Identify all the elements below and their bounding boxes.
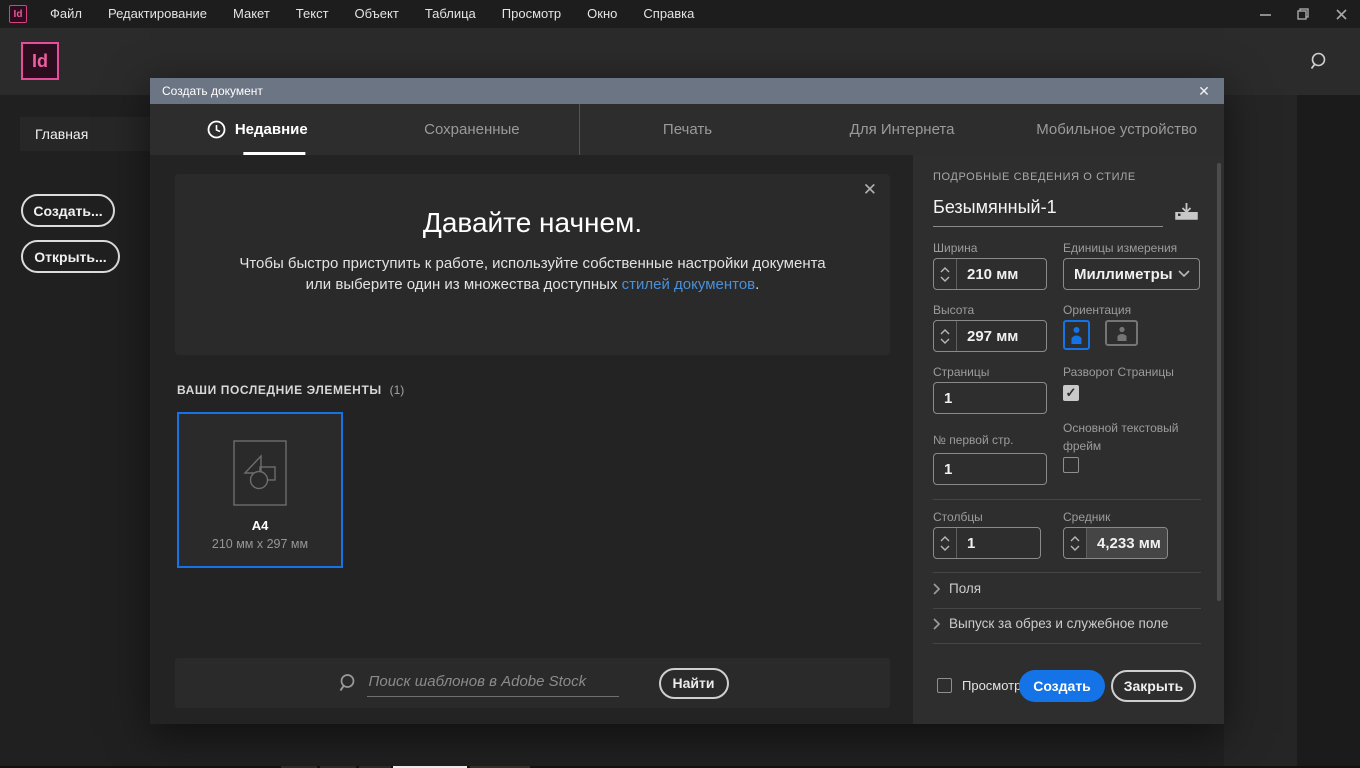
close-button[interactable]: Закрыть bbox=[1111, 670, 1196, 702]
units-label: Единицы измерения bbox=[1063, 241, 1177, 255]
gutter-label: Средник bbox=[1063, 510, 1110, 524]
start-page-field[interactable]: 1 bbox=[933, 453, 1047, 485]
chevron-right-icon bbox=[933, 583, 940, 595]
primary-text-frame-label: Основной текстовый фрейм bbox=[1063, 419, 1203, 455]
stock-search-bar: Найти bbox=[175, 658, 890, 708]
dialog-close-icon[interactable]: ✕ bbox=[1194, 83, 1214, 100]
open-button[interactable]: Открыть... bbox=[21, 240, 120, 273]
columns-label: Столбцы bbox=[933, 510, 983, 524]
welcome-text: Чтобы быстро приступить к работе, исполь… bbox=[228, 253, 838, 296]
menu-table[interactable]: Таблица bbox=[412, 0, 489, 28]
preview-label: Просмотр bbox=[962, 678, 1021, 693]
sidebar-item-home[interactable]: Главная bbox=[20, 117, 155, 151]
find-button[interactable]: Найти bbox=[659, 668, 729, 699]
section-bleed-slug[interactable]: Выпуск за обрез и служебное поле bbox=[933, 616, 1168, 631]
indesign-logo-icon: Id bbox=[9, 5, 27, 23]
tab-web[interactable]: Для Интернета bbox=[795, 104, 1010, 155]
dialog-main-area: ✕ Давайте начнем. Чтобы быстро приступит… bbox=[150, 155, 913, 724]
preview-checkbox[interactable] bbox=[937, 678, 952, 693]
dialog-title: Создать документ bbox=[162, 84, 263, 98]
columns-field[interactable]: 1 bbox=[933, 527, 1041, 559]
pages-label: Страницы bbox=[933, 365, 989, 379]
minimize-icon[interactable] bbox=[1246, 0, 1284, 28]
orientation-landscape-icon[interactable] bbox=[1105, 320, 1138, 346]
tab-saved[interactable]: Сохраненные bbox=[365, 104, 580, 155]
preset-dimensions: 210 мм x 297 мм bbox=[179, 537, 341, 551]
menu-type[interactable]: Текст bbox=[283, 0, 342, 28]
recent-items-count: (1) bbox=[390, 383, 405, 397]
gutter-field[interactable]: 4,233 мм bbox=[1063, 527, 1168, 559]
chevron-right-icon bbox=[933, 618, 940, 630]
dialog-footer: Просмотр Создать Закрыть bbox=[913, 670, 1224, 702]
tab-print[interactable]: Печать bbox=[579, 104, 795, 155]
background-panel-light bbox=[1224, 95, 1297, 766]
orientation-label: Ориентация bbox=[1063, 303, 1131, 317]
preset-name: A4 bbox=[179, 518, 341, 533]
width-label: Ширина bbox=[933, 241, 977, 255]
dialog-title-bar: Создать документ ✕ bbox=[150, 78, 1224, 104]
document-name-input[interactable]: Безымянный-1 bbox=[933, 197, 1163, 227]
menu-help[interactable]: Справка bbox=[630, 0, 707, 28]
chevron-down-icon bbox=[1178, 270, 1190, 278]
create-button[interactable]: Создать bbox=[1019, 670, 1105, 702]
create-document-dialog: Создать документ ✕ Недавние Сохраненные … bbox=[150, 78, 1224, 724]
indesign-app-logo: Id bbox=[21, 42, 59, 80]
columns-stepper[interactable] bbox=[934, 528, 957, 558]
close-icon[interactable] bbox=[1322, 0, 1360, 28]
window-controls bbox=[1246, 0, 1360, 28]
divider bbox=[933, 643, 1201, 644]
document-presets-link[interactable]: стилей документов bbox=[622, 276, 756, 293]
save-preset-icon[interactable] bbox=[1175, 202, 1198, 221]
width-stepper[interactable] bbox=[934, 259, 957, 289]
height-label: Высота bbox=[933, 303, 974, 317]
details-header: ПОДРОБНЫЕ СВЕДЕНИЯ О СТИЛЕ bbox=[933, 171, 1136, 183]
scrollbar-thumb[interactable] bbox=[1217, 163, 1221, 601]
create-new-button[interactable]: Создать... bbox=[21, 194, 115, 227]
start-page-label: № первой стр. bbox=[933, 433, 1014, 447]
menu-bar: Id Файл Редактирование Макет Текст Объек… bbox=[0, 0, 1360, 28]
document-preset-icon bbox=[233, 440, 287, 506]
pages-field[interactable]: 1 bbox=[933, 382, 1047, 414]
restore-icon[interactable] bbox=[1284, 0, 1322, 28]
height-field[interactable]: 297 мм bbox=[933, 320, 1047, 352]
recent-items-header: ВАШИ ПОСЛЕДНИЕ ЭЛЕМЕНТЫ (1) bbox=[177, 383, 404, 397]
orientation-portrait-icon[interactable] bbox=[1063, 320, 1090, 350]
facing-pages-checkbox[interactable]: ✓ bbox=[1063, 385, 1079, 401]
facing-pages-label: Разворот Страницы bbox=[1063, 365, 1174, 379]
welcome-title: Давайте начнем. bbox=[175, 207, 890, 239]
recent-preset-a4[interactable]: A4 210 мм x 297 мм bbox=[177, 412, 343, 568]
background-panel-dark bbox=[1297, 95, 1360, 766]
divider bbox=[933, 499, 1201, 500]
height-stepper[interactable] bbox=[934, 321, 957, 351]
section-margins[interactable]: Поля bbox=[933, 581, 981, 596]
menu-view[interactable]: Просмотр bbox=[489, 0, 574, 28]
menu-layout[interactable]: Макет bbox=[220, 0, 283, 28]
menu-file[interactable]: Файл bbox=[37, 0, 95, 28]
welcome-panel: ✕ Давайте начнем. Чтобы быстро приступит… bbox=[175, 174, 890, 355]
divider bbox=[933, 608, 1201, 609]
welcome-close-icon[interactable]: ✕ bbox=[863, 180, 877, 200]
tab-recent[interactable]: Недавние bbox=[150, 104, 365, 155]
clock-icon bbox=[207, 120, 226, 139]
preset-details-panel: ПОДРОБНЫЕ СВЕДЕНИЯ О СТИЛЕ Безымянный-1 … bbox=[913, 155, 1224, 724]
divider bbox=[933, 572, 1201, 573]
width-field[interactable]: 210 мм bbox=[933, 258, 1047, 290]
tab-mobile[interactable]: Мобильное устройство bbox=[1009, 104, 1224, 155]
stock-search-input[interactable] bbox=[367, 669, 619, 697]
gutter-stepper[interactable] bbox=[1064, 528, 1087, 558]
search-icon bbox=[337, 672, 357, 694]
search-icon[interactable] bbox=[1309, 51, 1331, 73]
menu-edit[interactable]: Редактирование bbox=[95, 0, 220, 28]
dialog-tab-bar: Недавние Сохраненные Печать Для Интернет… bbox=[150, 104, 1224, 155]
menu-object[interactable]: Объект bbox=[342, 0, 412, 28]
menu-window[interactable]: Окно bbox=[574, 0, 630, 28]
units-select[interactable]: Миллиметры bbox=[1063, 258, 1200, 290]
primary-text-frame-checkbox[interactable] bbox=[1063, 457, 1079, 473]
